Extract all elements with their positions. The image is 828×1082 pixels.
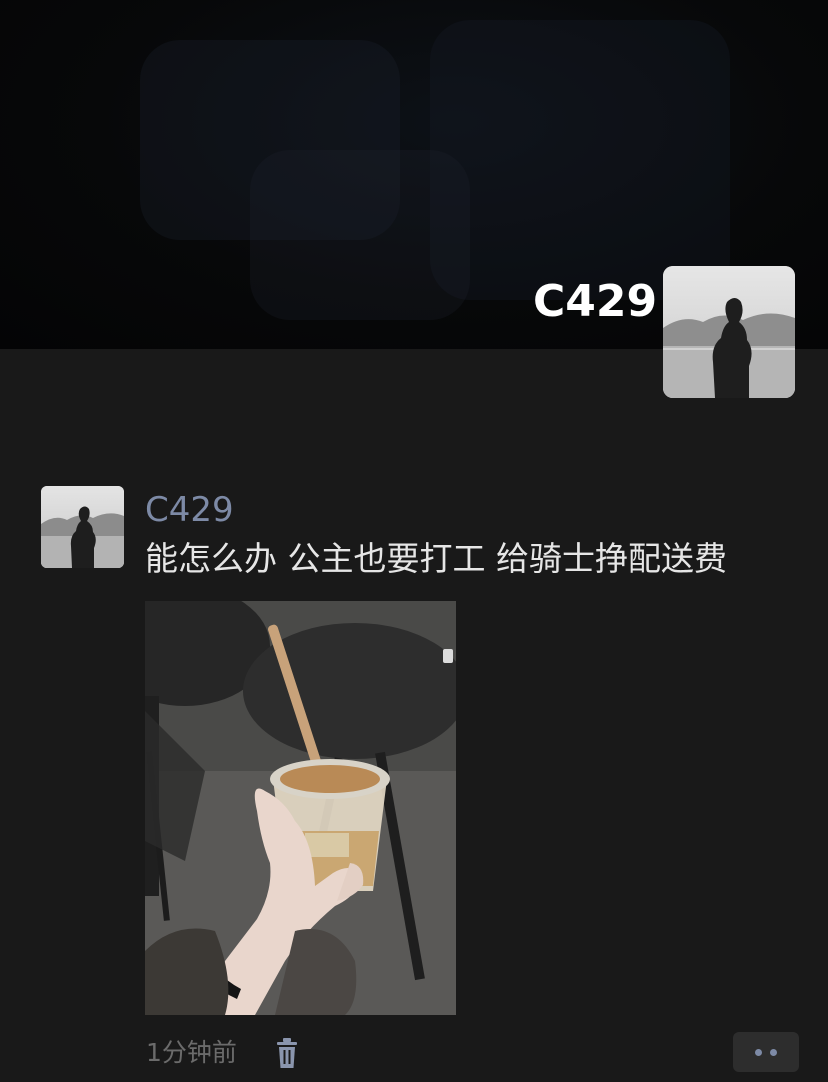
post-avatar[interactable]: [41, 486, 124, 568]
cover-username: C429: [533, 276, 658, 327]
trash-icon: [277, 1038, 297, 1068]
cover-shape: [250, 150, 470, 320]
photo-image: [145, 601, 456, 1015]
post-time: 1分钟前: [146, 1038, 237, 1067]
delete-button[interactable]: [271, 1037, 303, 1071]
cover-shape: [430, 20, 730, 300]
post-text: 能怎么办 公主也要打工 给骑士挣配送费: [145, 539, 727, 578]
post-photo[interactable]: [145, 601, 456, 1015]
more-options-icon: [770, 1049, 777, 1056]
post-username[interactable]: C429: [145, 489, 234, 531]
more-options-button[interactable]: [733, 1032, 799, 1072]
avatar-image: [41, 486, 124, 568]
moments-page: C429 C429 能怎么办 公主也要打工 给骑士挣配送费 1分钟前: [0, 0, 828, 1082]
more-options-icon: [755, 1049, 762, 1056]
avatar-image: [663, 266, 795, 398]
cover-avatar[interactable]: [663, 266, 795, 398]
